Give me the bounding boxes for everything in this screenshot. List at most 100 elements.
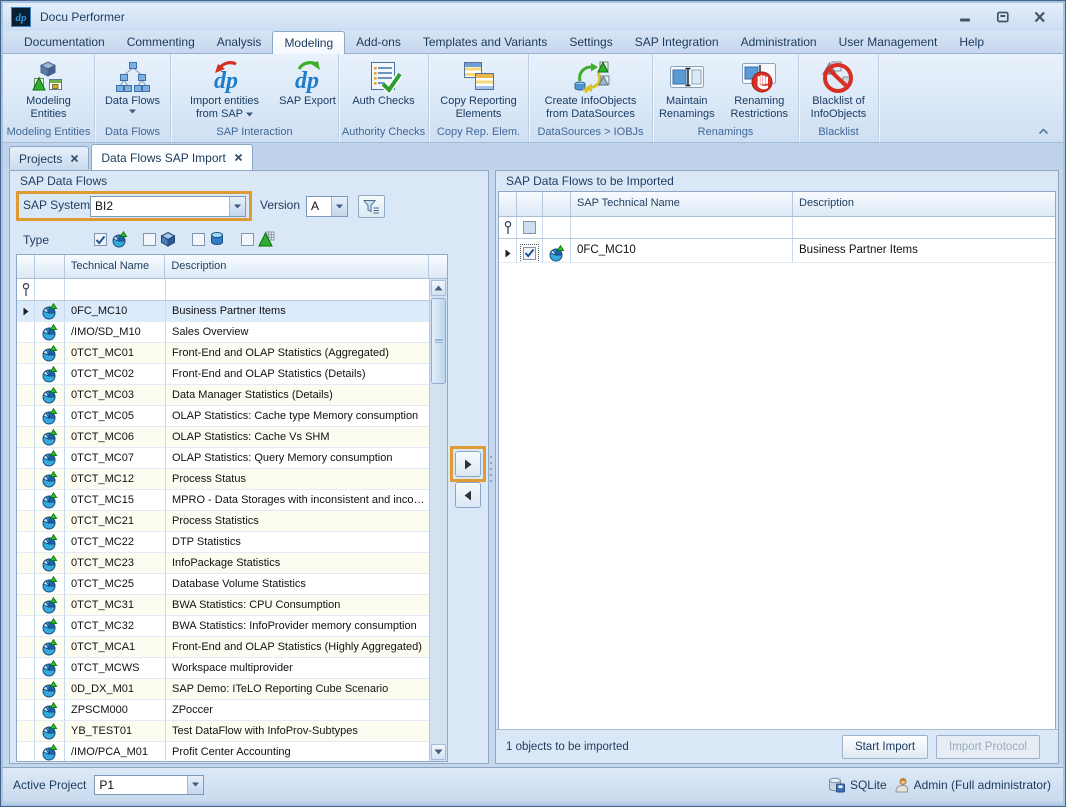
filter-settings-button[interactable] <box>358 195 385 218</box>
document-tab-data-flows-sap-import[interactable]: Data Flows SAP Import <box>91 144 253 170</box>
menu-tab-modeling[interactable]: Modeling <box>272 31 345 54</box>
column-header-sap-technical-name[interactable]: SAP Technical Name <box>571 192 793 216</box>
tab-close-icon[interactable] <box>234 153 243 162</box>
ribbon-button-import-entities-from-sap[interactable]: dpImport entities from SAP <box>172 56 278 121</box>
multiprovider-icon <box>41 555 58 572</box>
minimize-icon[interactable] <box>959 11 973 23</box>
scroll-down-button[interactable] <box>431 744 446 760</box>
ribbon-button-create-infoobjects-from-datasources[interactable]: Create InfoObjects from DataSources <box>545 56 637 121</box>
type-checkbox-multiprovider-icon[interactable] <box>94 233 107 246</box>
table-row[interactable]: 0TCT_MCA1Front-End and OLAP Statistics (… <box>17 637 447 658</box>
cell-technical-name: 0TCT_MC07 <box>65 448 166 469</box>
cell-description: BWA Statistics: InfoProvider memory cons… <box>166 616 431 637</box>
table-row[interactable]: 0TCT_MC12Process Status <box>17 469 447 490</box>
vertical-scrollbar[interactable] <box>429 279 447 761</box>
filter-input-technical-name[interactable] <box>65 279 166 300</box>
ribbon-button-renaming-restrictions[interactable]: Renaming Restrictions <box>721 56 798 121</box>
table-row[interactable]: 0D_DX_M01SAP Demo: ITeLO Reporting Cube … <box>17 679 447 700</box>
ribbon-button-auth-checks[interactable]: Auth Checks <box>352 56 414 108</box>
table-row[interactable]: 0TCT_MC32BWA Statistics: InfoProvider me… <box>17 616 447 637</box>
menu-tab-settings[interactable]: Settings <box>558 31 623 53</box>
tab-close-icon[interactable] <box>70 154 79 163</box>
table-row[interactable]: ZPSCM000ZPoccer <box>17 700 447 721</box>
table-row[interactable]: /IMO/PCA_M01Profit Center Accounting <box>17 742 447 762</box>
ribbon-button-maintain-renamings[interactable]: Maintain Renamings <box>653 56 721 121</box>
type-checkbox-dso-cylinder-icon[interactable] <box>192 233 205 246</box>
ribbon-group-renamings: Maintain RenamingsRenaming RestrictionsR… <box>653 54 799 142</box>
restore-icon[interactable] <box>996 11 1010 23</box>
ribbon-button-data-flows[interactable]: Data Flows <box>105 56 160 114</box>
dropdown-arrow-icon[interactable] <box>229 197 245 216</box>
multiprovider-icon <box>41 366 58 383</box>
ribbon-button-copy-reporting-elements[interactable]: Copy Reporting Elements <box>440 56 516 121</box>
ribbon-button-sap-export[interactable]: dpSAP Export <box>278 56 338 108</box>
table-row[interactable]: 0TCT_MC23InfoPackage Statistics <box>17 553 447 574</box>
active-project-combo[interactable]: P1 <box>94 775 204 795</box>
table-row[interactable]: 0TCT_MC21Process Statistics <box>17 511 447 532</box>
table-row[interactable]: 0TCT_MC03Data Manager Statistics (Detail… <box>17 385 447 406</box>
table-row[interactable]: 0FC_MC10Business Partner Items <box>499 239 1055 263</box>
cell-technical-name: 0TCT_MC05 <box>65 406 166 427</box>
dropdown-arrow-icon[interactable] <box>187 776 203 794</box>
ribbon-button-modeling-entities[interactable]: Modeling Entities <box>26 56 71 121</box>
menu-tab-sap-integration[interactable]: SAP Integration <box>624 31 730 53</box>
filter-input-description[interactable] <box>793 217 1055 238</box>
menu-tab-user-management[interactable]: User Management <box>828 31 949 53</box>
scrollbar-thumb[interactable] <box>431 298 446 384</box>
table-row[interactable]: 0FC_MC10Business Partner Items <box>17 301 447 322</box>
menu-tab-templates-and-variants[interactable]: Templates and Variants <box>412 31 559 53</box>
menu-tab-analysis[interactable]: Analysis <box>206 31 273 53</box>
move-left-button[interactable] <box>455 482 481 508</box>
ribbon-group-label-authority-checks: Authority Checks <box>339 125 428 142</box>
database-indicator[interactable]: SQLite <box>827 777 887 793</box>
select-all-checkbox[interactable] <box>523 221 536 234</box>
column-header-description[interactable]: Description <box>165 255 429 278</box>
sap-system-label: SAP System <box>23 198 90 212</box>
table-row[interactable]: 0TCT_MC31BWA Statistics: CPU Consumption <box>17 595 447 616</box>
menu-tab-help[interactable]: Help <box>948 31 995 53</box>
column-header-description[interactable]: Description <box>793 192 1055 216</box>
menu-tab-documentation[interactable]: Documentation <box>13 31 116 53</box>
ribbon-collapse-icon[interactable] <box>1035 125 1051 137</box>
menu-tab-administration[interactable]: Administration <box>730 31 828 53</box>
ribbon-group-label-sap-interaction: SAP Interaction <box>171 125 338 142</box>
filter-input-description[interactable] <box>166 279 431 300</box>
table-row[interactable]: 0TCT_MC22DTP Statistics <box>17 532 447 553</box>
dropdown-arrow-icon[interactable] <box>331 197 347 216</box>
filter-input-sap-technical-name[interactable] <box>571 217 793 238</box>
table-row[interactable]: 0TCT_MC02Front-End and OLAP Statistics (… <box>17 364 447 385</box>
cell-technical-name: 0TCT_MC01 <box>65 343 166 364</box>
version-combo[interactable]: A <box>306 196 348 217</box>
document-tab-projects[interactable]: Projects <box>9 146 89 170</box>
filter-pin-icon[interactable] <box>504 221 512 235</box>
table-row[interactable]: 0TCT_MC25Database Volume Statistics <box>17 574 447 595</box>
table-row[interactable]: 0TCT_MC06OLAP Statistics: Cache Vs SHM <box>17 427 447 448</box>
import-protocol-button: Import Protocol <box>936 735 1040 759</box>
table-row[interactable]: YB_TEST01Test DataFlow with InfoProv-Sub… <box>17 721 447 742</box>
scroll-up-button[interactable] <box>431 280 446 296</box>
cell-technical-name: /IMO/SD_M10 <box>65 322 166 343</box>
table-row[interactable]: 0TCT_MC15MPRO - Data Storages with incon… <box>17 490 447 511</box>
table-row[interactable]: /IMO/SD_M10Sales Overview <box>17 322 447 343</box>
user-indicator[interactable]: Admin (Full administrator) <box>893 777 1051 793</box>
table-row[interactable]: 0TCT_MC07OLAP Statistics: Query Memory c… <box>17 448 447 469</box>
close-icon[interactable] <box>1033 11 1047 23</box>
multiprovider-icon <box>41 303 58 320</box>
import-row-checkbox[interactable] <box>523 247 536 260</box>
type-checkbox-aggregate-pyramid-icon[interactable] <box>241 233 254 246</box>
table-row[interactable]: 0TCT_MC01Front-End and OLAP Statistics (… <box>17 343 447 364</box>
ribbon: Modeling EntitiesModeling EntitiesData F… <box>3 53 1063 143</box>
table-row[interactable]: 0TCT_MCWSWorkspace multiprovider <box>17 658 447 679</box>
table-row[interactable]: 0TCT_MC05OLAP Statistics: Cache type Mem… <box>17 406 447 427</box>
filter-pin-icon[interactable] <box>22 283 30 297</box>
ribbon-group-label-copy-rep-elem: Copy Rep. Elem. <box>429 125 528 142</box>
ribbon-button-blacklist-of-infoobjects[interactable]: Blacklist of InfoObjects <box>811 56 867 121</box>
move-right-button[interactable] <box>455 451 481 477</box>
menu-tab-commenting[interactable]: Commenting <box>116 31 206 53</box>
type-checkbox-infocube-icon[interactable] <box>143 233 156 246</box>
column-header-technical-name[interactable]: Technical Name <box>65 255 166 278</box>
panel-splitter[interactable] <box>490 456 493 482</box>
sap-system-combo[interactable]: BI2 <box>90 196 246 217</box>
start-import-button[interactable]: Start Import <box>842 735 928 759</box>
menu-tab-add-ons[interactable]: Add-ons <box>345 31 412 53</box>
